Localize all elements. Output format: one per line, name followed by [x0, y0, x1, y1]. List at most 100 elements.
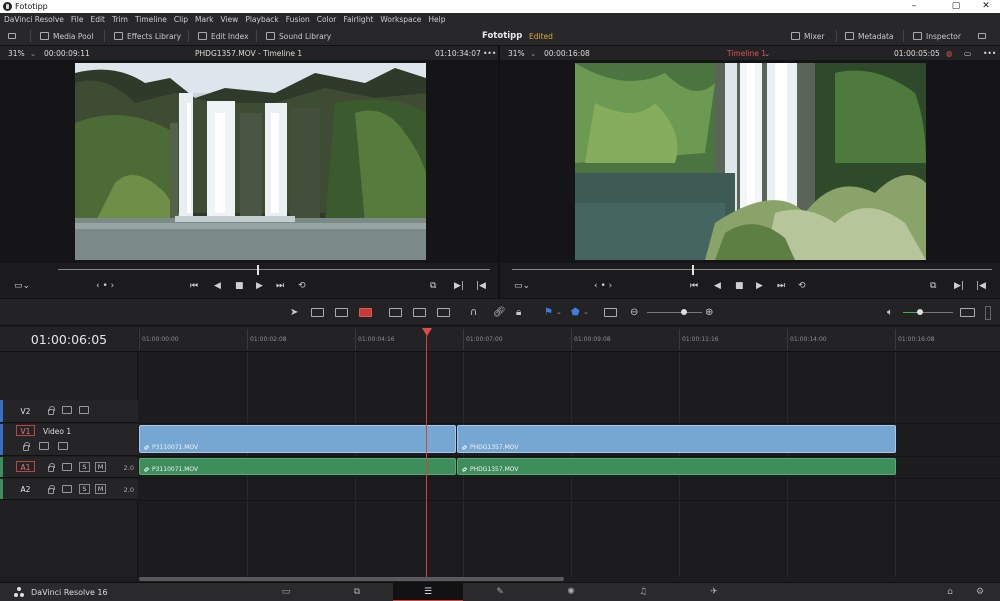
zoom-chevron-icon[interactable]: ⌄: [30, 49, 36, 58]
metadata-button[interactable]: Metadata: [845, 29, 894, 43]
timeline-scrub-playhead[interactable]: [692, 265, 694, 275]
page-color-button[interactable]: ✺: [536, 583, 606, 601]
collapse-icon[interactable]: [978, 29, 990, 43]
mark-in-icon[interactable]: ▶|: [454, 281, 464, 291]
source-options-icon[interactable]: •••: [483, 49, 496, 58]
menu-clip[interactable]: Clip: [174, 15, 188, 24]
menu-davinci-resolve[interactable]: DaVinci Resolve: [4, 15, 64, 24]
go-to-start-icon[interactable]: ⏮: [690, 281, 698, 291]
zoom-slider-track[interactable]: [647, 312, 702, 313]
playhead-line[interactable]: [426, 335, 427, 577]
mark-out-icon[interactable]: |◀: [476, 281, 486, 291]
viewer-layout-icon[interactable]: ▭⌄: [514, 281, 530, 291]
play-reverse-icon[interactable]: ◀: [714, 281, 721, 291]
viewer-layout-icon[interactable]: ▭⌄: [14, 281, 30, 291]
menu-file[interactable]: File: [71, 15, 84, 24]
lock-icon[interactable]: [23, 442, 30, 451]
expand-icon[interactable]: [8, 29, 20, 43]
page-fairlight-button[interactable]: ♫: [608, 583, 678, 601]
lane-a2[interactable]: [139, 479, 1000, 501]
marker-icon[interactable]: ⬟: [571, 307, 580, 318]
menu-timeline[interactable]: Timeline: [135, 15, 167, 24]
source-zoom[interactable]: 31%: [8, 49, 25, 58]
track-name-v1[interactable]: Video 1: [43, 427, 71, 436]
playhead-handle[interactable]: [422, 328, 432, 336]
mark-in-icon[interactable]: ▶|: [954, 281, 964, 291]
lock-icon[interactable]: [48, 406, 55, 415]
timeline-canvas[interactable]: 01:00:00:00 01:00:02:08 01:00:04:16 01:0…: [139, 327, 1000, 577]
play-icon[interactable]: ▶: [756, 281, 763, 291]
timeline-scrub-track[interactable]: [512, 269, 992, 270]
track-enable-icon[interactable]: [79, 406, 89, 414]
menu-help[interactable]: Help: [428, 15, 445, 24]
match-frame-icon[interactable]: ⧉: [430, 281, 436, 291]
jog-icon[interactable]: ‹ • ›: [594, 281, 612, 291]
menu-mark[interactable]: Mark: [195, 15, 214, 24]
volume-slider-handle[interactable]: [917, 309, 923, 315]
flag-chevron-icon[interactable]: ⌄: [556, 307, 562, 318]
timeline-view-options-icon[interactable]: [604, 308, 617, 317]
overwrite-clip-icon[interactable]: [413, 308, 426, 317]
auto-select-icon[interactable]: [39, 442, 49, 450]
play-icon[interactable]: ▶: [256, 281, 263, 291]
auto-select-icon[interactable]: [62, 406, 72, 414]
inspector-button[interactable]: Inspector: [913, 29, 961, 43]
timeline-zoom[interactable]: 31%: [508, 49, 525, 58]
source-scrub-playhead[interactable]: [256, 265, 259, 275]
page-media-button[interactable]: ▭: [251, 583, 321, 601]
track-header-v2[interactable]: V2: [0, 400, 138, 423]
flag-icon[interactable]: ⚑: [544, 307, 553, 318]
source-scrub-track[interactable]: [58, 269, 490, 270]
mute-button[interactable]: M: [95, 462, 106, 472]
jog-icon[interactable]: ‹ • ›: [96, 281, 114, 291]
track-id-a1[interactable]: A1: [16, 461, 35, 472]
menu-color[interactable]: Color: [317, 15, 337, 24]
lock-icon[interactable]: [48, 485, 55, 494]
track-header-a2[interactable]: A2 S M 2.0: [0, 479, 138, 500]
media-pool-button[interactable]: Media Pool: [40, 29, 93, 43]
loop-icon[interactable]: ⟲: [298, 281, 306, 291]
trim-tool-icon[interactable]: [311, 308, 324, 317]
lock-icon[interactable]: [48, 463, 55, 472]
timeline-ruler[interactable]: 01:00:00:00 01:00:02:08 01:00:04:16 01:0…: [139, 327, 1000, 352]
loop-icon[interactable]: ⟲: [798, 281, 806, 291]
timeline-scrubber[interactable]: [500, 264, 1000, 276]
menu-workspace[interactable]: Workspace: [380, 15, 421, 24]
page-cut-button[interactable]: ⧉: [322, 583, 392, 601]
video-clip[interactable]: P3110071.MOV: [139, 425, 456, 453]
go-to-end-icon[interactable]: ⏭: [276, 281, 284, 291]
replace-clip-icon[interactable]: [437, 308, 450, 317]
marker-chevron-icon[interactable]: ⌄: [583, 307, 589, 318]
insert-clip-icon[interactable]: [389, 308, 402, 317]
stop-icon[interactable]: ■: [735, 281, 744, 291]
mute-button[interactable]: M: [95, 484, 106, 494]
linked-selection-icon[interactable]: 🔗︎: [493, 307, 506, 318]
timeline-name[interactable]: Timeline 1: [727, 49, 766, 58]
blade-tool-icon[interactable]: [359, 308, 372, 317]
viewer-mode-icon[interactable]: ▭: [964, 49, 971, 58]
timeline-timecode[interactable]: 01:00:06:05: [0, 327, 138, 352]
color-wheel-icon[interactable]: ◍: [946, 49, 953, 58]
timeline-options-icon[interactable]: •••: [983, 49, 996, 58]
stop-icon[interactable]: ■: [235, 281, 244, 291]
zoom-slider-handle[interactable]: [681, 309, 687, 315]
mixer-button[interactable]: Mixer: [791, 29, 824, 43]
dim-icon[interactable]: [960, 308, 975, 317]
track-id-v1[interactable]: V1: [16, 425, 35, 436]
page-deliver-button[interactable]: ✈: [679, 583, 749, 601]
mark-out-icon[interactable]: |◀: [976, 281, 986, 291]
minimize-button[interactable]: –: [900, 0, 928, 13]
zoom-chevron-icon[interactable]: ⌄: [530, 49, 536, 58]
audio-clip[interactable]: PHDG1357.MOV: [457, 458, 896, 475]
snapping-icon[interactable]: ∩: [470, 307, 477, 318]
zoom-out-icon[interactable]: ⊖: [630, 307, 638, 318]
effects-library-button[interactable]: Effects Library: [114, 29, 181, 43]
menu-view[interactable]: View: [221, 15, 239, 24]
solo-button[interactable]: S: [79, 484, 90, 494]
track-header-a1[interactable]: A1 S M 2.0: [0, 457, 138, 478]
match-frame-icon[interactable]: ⧉: [930, 281, 936, 291]
zoom-in-icon[interactable]: ⊕: [705, 307, 713, 318]
menu-fairlight[interactable]: Fairlight: [343, 15, 373, 24]
auto-select-icon[interactable]: [62, 463, 72, 471]
selection-tool-icon[interactable]: ➤: [290, 307, 298, 318]
